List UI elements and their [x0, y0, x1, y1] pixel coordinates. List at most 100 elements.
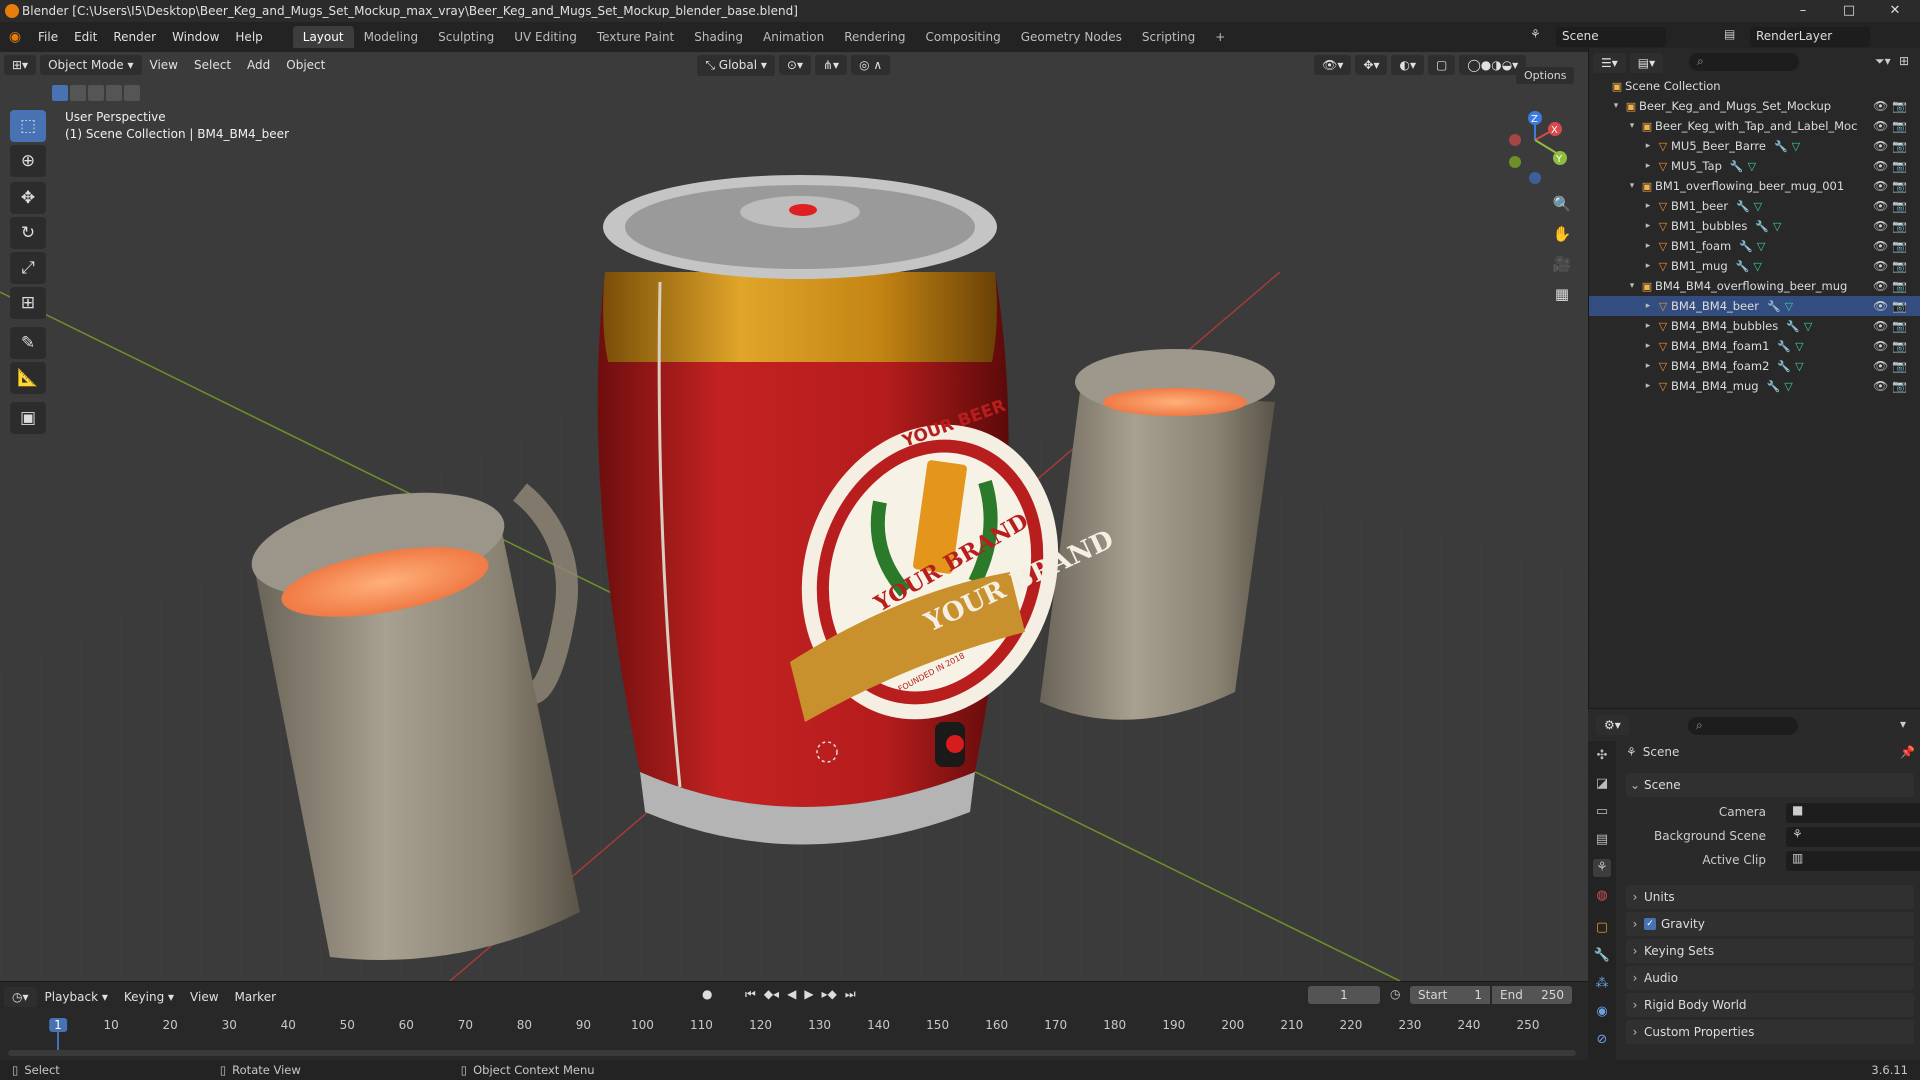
editor-type-icon[interactable]: ⊞▾: [4, 55, 37, 75]
scene-tab-icon[interactable]: ⚘: [1593, 859, 1611, 877]
custom-properties-panel-header[interactable]: › Custom Properties: [1626, 1020, 1914, 1044]
viewport-menu-select[interactable]: Select: [186, 58, 239, 72]
select-box-tool-icon[interactable]: ⬚: [10, 110, 46, 142]
expand-toggle-icon[interactable]: ▾: [1625, 181, 1639, 191]
camera-icon[interactable]: 📷: [1892, 239, 1907, 253]
timeline-scrollbar[interactable]: [8, 1050, 1576, 1056]
outliner-row[interactable]: ▸ ▽ BM1_mug 🔧 ▽ 👁 📷: [1589, 256, 1920, 276]
outliner-row[interactable]: ▾ ▣ Beer_Keg_and_Mugs_Set_Mockup 👁 📷: [1589, 96, 1920, 116]
pivot-point-icon[interactable]: ⊙▾: [778, 55, 811, 75]
eye-icon[interactable]: 👁: [1873, 119, 1892, 133]
pin-icon[interactable]: 📌: [1900, 745, 1915, 759]
tab-compositing[interactable]: Compositing: [915, 26, 1010, 48]
tab-texture-paint[interactable]: Texture Paint: [587, 26, 684, 48]
properties-search-input[interactable]: ⌕: [1688, 717, 1798, 735]
camera-icon[interactable]: 📷: [1892, 279, 1907, 293]
select-subtract-icon[interactable]: [88, 85, 104, 101]
scale-tool-icon[interactable]: ⤢: [10, 252, 46, 284]
viewport-menu-object[interactable]: Object: [278, 58, 333, 72]
properties-editor-type-icon[interactable]: ⚙▾: [1596, 715, 1629, 735]
outliner-row[interactable]: ▸ ▽ MU5_Tap 🔧 ▽ 👁 📷: [1589, 156, 1920, 176]
mesh-data-icon[interactable]: ▽: [1795, 360, 1803, 373]
rotate-tool-icon[interactable]: ↻: [10, 217, 46, 249]
expand-toggle-icon[interactable]: ▸: [1641, 361, 1655, 371]
move-tool-icon[interactable]: ✥: [10, 182, 46, 214]
expand-toggle-icon[interactable]: ▸: [1641, 321, 1655, 331]
world-tab-icon[interactable]: ◍: [1593, 887, 1611, 905]
scene-selector-icon[interactable]: ⚘: [1530, 27, 1546, 45]
rigid-body-world-panel-header[interactable]: › Rigid Body World: [1626, 993, 1914, 1017]
outliner-editor-type-icon[interactable]: ☰▾: [1593, 53, 1626, 73]
object-mode-dropdown[interactable]: Object Mode ▾: [40, 55, 142, 75]
menu-edit[interactable]: Edit: [66, 30, 105, 44]
select-extend-icon[interactable]: [70, 85, 86, 101]
playhead[interactable]: [57, 1032, 59, 1050]
audio-panel-header[interactable]: › Audio: [1626, 966, 1914, 990]
expand-toggle-icon[interactable]: ▾: [1625, 281, 1639, 291]
maximize-button[interactable]: □: [1826, 0, 1872, 22]
add-cube-tool-icon[interactable]: ▣: [10, 402, 46, 434]
tool-tab-icon[interactable]: ✣: [1593, 747, 1611, 765]
mesh-data-icon[interactable]: ▽: [1804, 320, 1812, 333]
viewport-menu-view[interactable]: View: [142, 58, 186, 72]
gravity-panel-header[interactable]: › ✓ Gravity: [1626, 912, 1914, 936]
eye-icon[interactable]: 👁: [1873, 359, 1892, 373]
3d-viewport[interactable]: YOUR BEER YOUR BRAND YOUR BRAND FOUNDED …: [0, 52, 1588, 981]
ortho-grid-icon[interactable]: ▦: [1548, 280, 1576, 308]
menu-window[interactable]: Window: [164, 30, 227, 44]
viewport-menu-add[interactable]: Add: [239, 58, 278, 72]
physics-tab-icon[interactable]: ◉: [1593, 1003, 1611, 1021]
outliner-scene-collection[interactable]: ▣ Scene Collection: [1589, 76, 1920, 96]
eye-icon[interactable]: 👁: [1873, 279, 1892, 293]
outliner-row[interactable]: ▾ ▣ Beer_Keg_with_Tap_and_Label_Moc 👁 📷: [1589, 116, 1920, 136]
outliner-row[interactable]: ▸ ▽ BM4_BM4_mug 🔧 ▽ 👁 📷: [1589, 376, 1920, 396]
camera-icon[interactable]: 📷: [1892, 159, 1907, 173]
outliner-search-input[interactable]: ⌕: [1689, 53, 1799, 71]
tab-modeling[interactable]: Modeling: [354, 26, 429, 48]
expand-toggle-icon[interactable]: ▾: [1625, 121, 1639, 131]
expand-toggle-icon[interactable]: ▾: [1609, 101, 1623, 111]
camera-icon[interactable]: 📷: [1892, 219, 1907, 233]
modifier-icon[interactable]: 🔧: [1786, 320, 1800, 333]
expand-toggle-icon[interactable]: ▸: [1641, 201, 1655, 211]
mesh-data-icon[interactable]: ▽: [1754, 200, 1762, 213]
keying-sets-panel-header[interactable]: › Keying Sets: [1626, 939, 1914, 963]
eye-icon[interactable]: 👁: [1873, 319, 1892, 333]
add-workspace-button[interactable]: +: [1205, 26, 1235, 48]
zoom-icon[interactable]: 🔍: [1548, 190, 1576, 218]
cursor-tool-icon[interactable]: ⊕: [10, 145, 46, 177]
transform-orientation-dropdown[interactable]: ⤡ Global ▾: [697, 54, 775, 76]
camera-field[interactable]: ■: [1786, 803, 1920, 823]
eye-icon[interactable]: 👁: [1873, 339, 1892, 353]
modifier-icon[interactable]: 🔧: [1767, 380, 1781, 393]
eye-icon[interactable]: 👁: [1873, 219, 1892, 233]
view-layer-field[interactable]: RenderLayer: [1750, 27, 1870, 47]
transform-tool-icon[interactable]: ⊞: [10, 287, 46, 319]
expand-toggle-icon[interactable]: ▸: [1641, 261, 1655, 271]
modifier-icon[interactable]: 🔧: [1736, 260, 1750, 273]
select-invert-icon[interactable]: [106, 85, 122, 101]
pan-hand-icon[interactable]: ✋: [1548, 220, 1576, 248]
active-clip-field[interactable]: ▥: [1786, 851, 1920, 871]
expand-toggle-icon[interactable]: ▸: [1641, 141, 1655, 151]
camera-icon[interactable]: 📷: [1892, 379, 1907, 393]
close-button[interactable]: ✕: [1872, 0, 1918, 22]
camera-icon[interactable]: 📷: [1892, 259, 1907, 273]
new-collection-icon[interactable]: ⊞: [1899, 54, 1909, 68]
properties-options-icon[interactable]: ▾: [1900, 717, 1906, 731]
eye-icon[interactable]: 👁: [1873, 159, 1892, 173]
scene-name-field[interactable]: Scene: [1556, 27, 1666, 47]
proportional-edit-icon[interactable]: ◎ ∧: [851, 55, 891, 75]
tab-shading[interactable]: Shading: [684, 26, 753, 48]
camera-icon[interactable]: 📷: [1892, 179, 1907, 193]
overlay-toggle-icon[interactable]: ◐▾: [1391, 55, 1424, 75]
select-new-icon[interactable]: [52, 85, 68, 101]
tab-scripting[interactable]: Scripting: [1132, 26, 1205, 48]
expand-toggle-icon[interactable]: ▸: [1641, 161, 1655, 171]
expand-toggle-icon[interactable]: ▸: [1641, 241, 1655, 251]
modifier-icon[interactable]: 🔧: [1755, 220, 1769, 233]
eye-icon[interactable]: 👁: [1873, 139, 1892, 153]
eye-icon[interactable]: 👁: [1873, 239, 1892, 253]
outliner-display-mode-icon[interactable]: ▤▾: [1629, 53, 1664, 73]
outliner-row[interactable]: ▸ ▽ BM4_BM4_foam2 🔧 ▽ 👁 📷: [1589, 356, 1920, 376]
